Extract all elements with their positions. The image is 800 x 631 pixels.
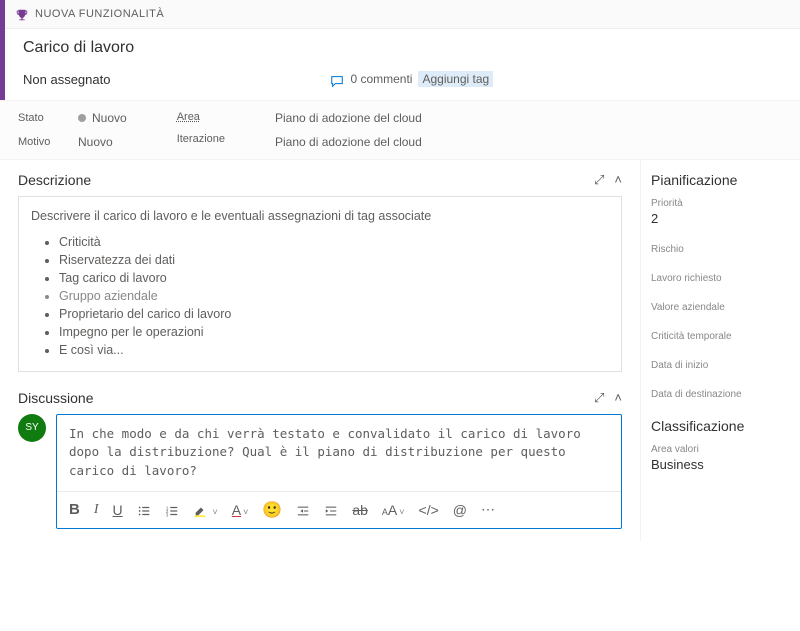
list-item: Riservatezza dei dati bbox=[59, 251, 609, 269]
value-area-label: Area valori bbox=[651, 444, 790, 455]
underline-button[interactable]: U bbox=[113, 502, 123, 518]
state-dot-icon bbox=[78, 114, 86, 122]
classification-heading: Classificazione bbox=[651, 418, 790, 434]
start-date-label[interactable]: Data di inizio bbox=[651, 360, 790, 371]
comments-count: 0 commenti bbox=[350, 72, 412, 86]
trophy-icon bbox=[15, 6, 29, 22]
discussion-heading: Discussione bbox=[18, 390, 93, 406]
list-item: Criticità bbox=[59, 233, 609, 251]
state-label: Stato bbox=[18, 112, 58, 124]
highlight-button[interactable] bbox=[193, 502, 218, 518]
description-editor[interactable]: Descrivere il carico di lavoro e le even… bbox=[18, 196, 622, 372]
item-header: NUOVA FUNZIONALITÀ bbox=[5, 0, 800, 29]
avatar: SY bbox=[18, 414, 46, 442]
more-button[interactable]: ⋯ bbox=[481, 501, 495, 518]
list-item: Gruppo aziendale bbox=[59, 287, 609, 305]
collapse-icon[interactable]: ˄ bbox=[614, 390, 622, 406]
collapse-icon[interactable]: ˄ bbox=[614, 172, 622, 188]
discussion-text[interactable]: In che modo e da chi verrà testato e con… bbox=[57, 415, 621, 491]
italic-button[interactable]: I bbox=[94, 502, 99, 518]
description-list: CriticitàRiservatezza dei datiTag carico… bbox=[31, 233, 609, 359]
priority-label: Priorità bbox=[651, 198, 790, 209]
svg-text:3: 3 bbox=[166, 512, 169, 517]
list-item: E così via... bbox=[59, 341, 609, 359]
value-area-value[interactable]: Business bbox=[651, 457, 790, 472]
reason-label: Motivo bbox=[18, 136, 58, 148]
number-list-button[interactable]: 123 bbox=[165, 502, 179, 518]
work-item-type: NUOVA FUNZIONALITÀ bbox=[35, 8, 164, 20]
comments-summary[interactable]: 0 commenti Aggiungi tag bbox=[330, 71, 493, 87]
fields-bar: Stato Nuovo Motivo Nuovo Area Iterazione… bbox=[0, 100, 800, 160]
indent-button[interactable] bbox=[324, 502, 338, 518]
description-intro: Descrivere il carico di lavoro e le even… bbox=[31, 209, 609, 223]
outdent-button[interactable] bbox=[296, 502, 310, 518]
bold-button[interactable]: B bbox=[69, 501, 80, 518]
time-criticality-label[interactable]: Criticità temporale bbox=[651, 331, 790, 342]
mention-button[interactable]: @ bbox=[453, 502, 467, 518]
work-item-title[interactable]: Carico di lavoro bbox=[5, 29, 800, 63]
priority-value[interactable]: 2 bbox=[651, 211, 790, 226]
chat-icon bbox=[330, 71, 344, 87]
risk-label[interactable]: Rischio bbox=[651, 244, 790, 255]
code-button[interactable]: </> bbox=[419, 502, 439, 518]
business-value-label[interactable]: Valore aziendale bbox=[651, 302, 790, 313]
list-item: Impegno per le operazioni bbox=[59, 323, 609, 341]
planning-heading: Pianificazione bbox=[651, 172, 790, 188]
iteration-value[interactable]: Piano di adozione del cloud bbox=[275, 135, 422, 149]
font-size-button[interactable]: AA bbox=[382, 502, 405, 518]
area-label: Area bbox=[177, 111, 217, 123]
bullet-list-button[interactable] bbox=[137, 502, 151, 518]
strikethrough-button[interactable]: ab bbox=[352, 502, 368, 518]
expand-icon[interactable]: ⤢ bbox=[594, 390, 604, 406]
reason-value[interactable]: Nuovo bbox=[78, 135, 113, 149]
add-tag-link[interactable]: Aggiungi tag bbox=[418, 71, 493, 87]
iteration-label: Iterazione bbox=[177, 133, 225, 145]
list-item: Tag carico di lavoro bbox=[59, 269, 609, 287]
assignee-field[interactable]: Non assegnato bbox=[23, 72, 110, 87]
area-value[interactable]: Piano di adozione del cloud bbox=[275, 111, 422, 125]
description-heading: Descrizione bbox=[18, 172, 91, 188]
target-date-label[interactable]: Data di destinazione bbox=[651, 389, 790, 400]
editor-toolbar: B I U 123 A 🙂 bbox=[57, 491, 621, 528]
emoji-button[interactable]: 🙂 bbox=[262, 500, 282, 520]
list-item: Proprietario del carico di lavoro bbox=[59, 305, 609, 323]
effort-label[interactable]: Lavoro richiesto bbox=[651, 273, 790, 284]
expand-icon[interactable]: ⤢ bbox=[594, 172, 604, 188]
font-color-button[interactable]: A bbox=[232, 502, 249, 518]
state-value[interactable]: Nuovo bbox=[78, 111, 127, 125]
discussion-editor[interactable]: In che modo e da chi verrà testato e con… bbox=[56, 414, 622, 529]
